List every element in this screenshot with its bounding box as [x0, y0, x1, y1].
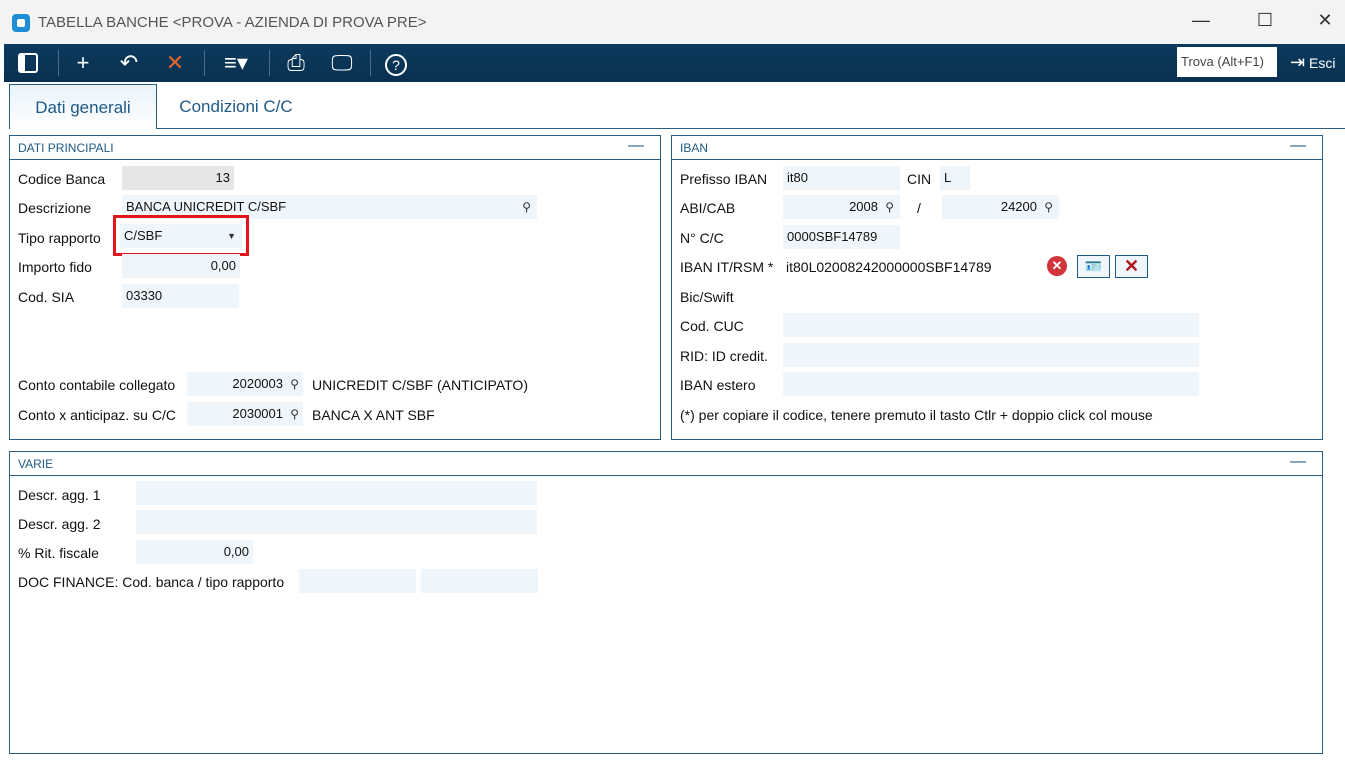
abicab-label: ABI/CAB: [680, 200, 736, 216]
monitor-icon[interactable]: 🖵: [327, 49, 357, 77]
tipo-rapporto-select[interactable]: C/SBF ▼: [120, 224, 242, 248]
iban-value: it80L02008242000000SBF14789: [786, 259, 992, 275]
conto-anticipaz-field[interactable]: 2030001 ⚲: [187, 402, 303, 426]
close-button[interactable]: ✕: [1310, 10, 1340, 34]
app-icon: [12, 14, 30, 32]
panel-header: DATI PRINCIPALI —: [10, 136, 660, 160]
title-bar: TABELLA BANCHE <PROVA - AZIENDA DI PROVA…: [0, 0, 1345, 44]
importo-fido-label: Importo fido: [18, 259, 92, 275]
codice-banca-field[interactable]: 13: [122, 166, 234, 190]
tipo-rapporto-label: Tipo rapporto: [18, 230, 101, 246]
nconto-field[interactable]: 0000SBF14789: [783, 225, 900, 249]
menu-dropdown-icon[interactable]: ≡▾: [218, 49, 254, 77]
maximize-button[interactable]: ☐: [1250, 10, 1280, 34]
descrizione-label: Descrizione: [18, 200, 92, 216]
tab-divider: [157, 128, 1345, 129]
add-contact-card-button[interactable]: 🪪: [1077, 255, 1110, 278]
abi-field[interactable]: 2008 ⚲: [783, 195, 900, 219]
conto-collegato-value: 2020003: [232, 376, 283, 391]
cod-sia-label: Cod. SIA: [18, 289, 75, 305]
clear-iban-button[interactable]: ✕: [1115, 255, 1148, 278]
panel-header: VARIE —: [10, 452, 1322, 476]
codice-banca-label: Codice Banca: [18, 171, 106, 187]
panel-title: IBAN: [680, 141, 709, 155]
find-button[interactable]: Trova (Alt+F1): [1177, 47, 1277, 77]
separator: [370, 50, 371, 76]
iban-estero-label: IBAN estero: [680, 377, 756, 393]
prefisso-label: Prefisso IBAN: [680, 171, 768, 187]
cab-value: 24200: [1000, 199, 1037, 214]
copy-note: (*) per copiare il codice, tenere premut…: [680, 407, 1153, 423]
window-title: TABELLA BANCHE <PROVA - AZIENDA DI PROVA…: [38, 14, 427, 31]
print-icon[interactable]: ⎙: [281, 49, 311, 77]
descr2-label: Descr. agg. 2: [18, 516, 101, 532]
cin-label: CIN: [907, 171, 932, 187]
undo-icon[interactable]: ↶: [114, 49, 144, 77]
search-icon[interactable]: ⚲: [1044, 195, 1053, 219]
tab-condizioni-cc[interactable]: Condizioni C/C: [160, 84, 312, 129]
conto-collegato-label: Conto contabile collegato: [18, 377, 176, 393]
separator: [58, 50, 59, 76]
doc-finance-label: DOC FINANCE: Cod. banca / tipo rapporto: [18, 574, 285, 590]
iban-panel: IBAN — Prefisso IBAN it80 CIN L ABI/CAB 2…: [671, 135, 1323, 440]
doc-cod-banca-field[interactable]: [299, 569, 416, 593]
abi-value: 2008: [849, 199, 878, 214]
collapse-button[interactable]: —: [1290, 134, 1306, 158]
toolbar: + ↶ ✕ ≡▾ ⎙ 🖵 ? Trova (Alt+F1) ⇥ Esci: [4, 44, 1345, 82]
search-icon[interactable]: ⚲: [885, 195, 894, 219]
collapse-button[interactable]: —: [1290, 450, 1306, 474]
minimize-button[interactable]: —: [1186, 10, 1216, 34]
help-icon[interactable]: ?: [381, 49, 411, 77]
panel-title: VARIE: [18, 457, 54, 471]
tab-dati-generali[interactable]: Dati generali: [9, 84, 157, 129]
abicab-separator: /: [917, 200, 921, 216]
add-icon[interactable]: +: [68, 49, 98, 77]
iban-label: IBAN IT/RSM *: [680, 259, 774, 275]
rit-field[interactable]: 0,00: [136, 540, 253, 564]
search-icon[interactable]: ⚲: [290, 372, 299, 396]
descr2-field[interactable]: [136, 510, 537, 534]
importo-fido-field[interactable]: 0,00: [122, 254, 240, 278]
cin-field[interactable]: L: [940, 166, 970, 190]
separator: [204, 50, 205, 76]
chevron-down-icon[interactable]: ▼: [227, 224, 236, 248]
exit-button[interactable]: ⇥ Esci: [1290, 49, 1335, 76]
prefisso-field[interactable]: it80: [783, 166, 900, 190]
search-icon[interactable]: ⚲: [522, 195, 531, 219]
rit-label: % Rit. fiscale: [18, 545, 99, 561]
separator: [269, 50, 270, 76]
descr1-field[interactable]: [136, 481, 537, 505]
descrizione-value: BANCA UNICREDIT C/SBF: [126, 199, 287, 214]
error-icon: ✕: [1047, 256, 1067, 276]
nconto-label: N° C/C: [680, 230, 724, 246]
dati-principali-panel: DATI PRINCIPALI — Codice Banca 13 Descriz…: [9, 135, 661, 440]
panel-title: DATI PRINCIPALI: [18, 141, 114, 155]
cuc-field[interactable]: [783, 313, 1199, 337]
iban-estero-field[interactable]: [783, 372, 1199, 396]
panel-header: IBAN —: [672, 136, 1322, 160]
conto-anticipaz-desc: BANCA X ANT SBF: [312, 407, 435, 423]
conto-collegato-desc: UNICREDIT C/SBF (ANTICIPATO): [312, 377, 528, 393]
search-icon[interactable]: ⚲: [290, 402, 299, 426]
rid-field[interactable]: [783, 343, 1199, 367]
cab-field[interactable]: 24200 ⚲: [942, 195, 1059, 219]
conto-collegato-field[interactable]: 2020003 ⚲: [187, 372, 303, 396]
collapse-button[interactable]: —: [628, 134, 644, 158]
sidebar-toggle-icon[interactable]: [13, 49, 43, 77]
exit-icon: ⇥: [1290, 52, 1306, 72]
cod-sia-field[interactable]: 03330: [122, 284, 239, 308]
descr1-label: Descr. agg. 1: [18, 487, 101, 503]
doc-tipo-rapporto-field[interactable]: [421, 569, 538, 593]
conto-anticipaz-label: Conto x anticipaz. su C/C: [18, 407, 176, 423]
conto-anticipaz-value: 2030001: [232, 406, 283, 421]
rid-label: RID: ID credit.: [680, 348, 768, 364]
delete-icon[interactable]: ✕: [160, 49, 190, 77]
exit-label: Esci: [1308, 55, 1336, 71]
varie-panel: VARIE — Descr. agg. 1 Descr. agg. 2 % Rit…: [9, 451, 1323, 754]
tipo-rapporto-value: C/SBF: [124, 228, 163, 243]
bic-label: Bic/Swift: [680, 289, 734, 305]
cuc-label: Cod. CUC: [680, 318, 744, 334]
